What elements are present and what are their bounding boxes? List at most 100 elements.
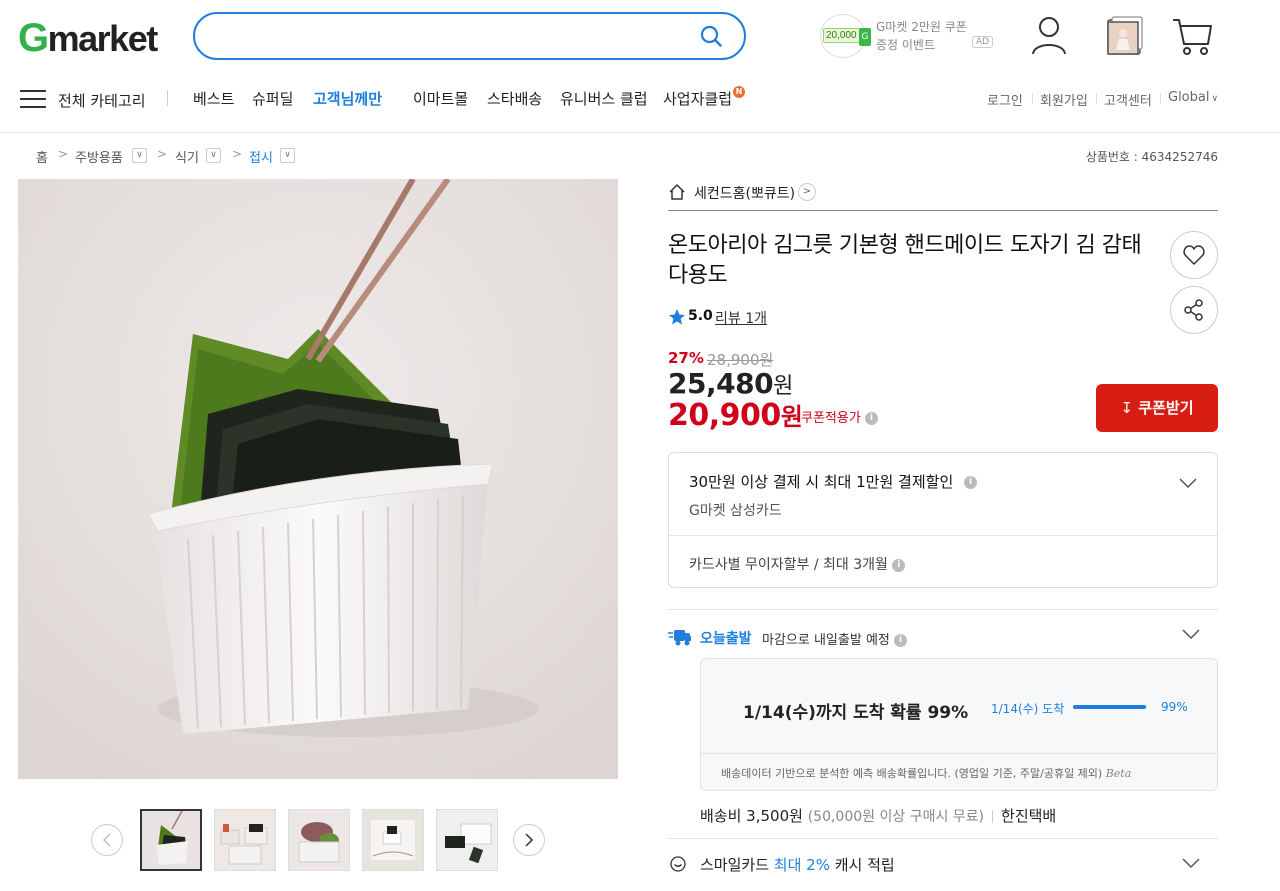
shop-divider [668, 210, 1218, 211]
shipping-fee: 배송비 3,500원 [700, 807, 803, 825]
star-icon [669, 309, 685, 325]
probability-bar [1073, 705, 1147, 709]
product-number: 상품번호 : 4634252746 [1085, 150, 1218, 164]
probability-note: 배송데이터 기반으로 분석한 예측 배송확률입니다. (영업일 기준, 주말/공… [721, 767, 1132, 780]
chevron-down-icon[interactable]: ∨ [280, 148, 295, 163]
nav-item-for-you[interactable]: 고객님께만 [313, 88, 382, 109]
product-title: 온도아리아 김그릇 기본형 핸드메이드 도자기 김 감태 다용도 [668, 233, 1142, 288]
thumbnail-5[interactable] [436, 809, 498, 871]
probability-bar-fill [1073, 705, 1147, 709]
customer-center-link[interactable]: 고객센터 [1104, 90, 1152, 109]
chevron-right-icon: > [798, 183, 816, 201]
main-nav: 전체 카테고리 베스트 슈퍼딜 고객님께만 이마트몰 스타배송 유니버스 클럽 … [0, 80, 1280, 116]
discount-rate: 27% [668, 349, 704, 367]
info-icon[interactable]: i [964, 476, 978, 489]
nav-item-star-delivery[interactable]: 스타배송 [487, 88, 542, 109]
info-icon[interactable]: i [894, 634, 908, 647]
chevron-down-icon[interactable] [1179, 477, 1197, 489]
nav-divider [167, 90, 168, 106]
smile-icon [670, 856, 686, 872]
thumbnail-4[interactable] [362, 809, 424, 871]
search-icon[interactable] [700, 25, 722, 47]
rating-score: 5.0 [688, 308, 713, 324]
nav-item-superdeal[interactable]: 슈퍼딜 [252, 88, 293, 109]
coupon-price-label: 쿠폰적용가 i [801, 407, 878, 426]
product-main-image[interactable] [18, 179, 618, 779]
util-divider [1096, 93, 1097, 104]
shipping-fee-row: 배송비 3,500원 (50,000원 이상 구매시 무료) 한진택배 [700, 805, 1056, 826]
sale-price: 25,480원 [668, 367, 793, 400]
section-divider [668, 609, 1218, 610]
chevron-down-icon[interactable]: ∨ [132, 148, 147, 163]
util-divider [1160, 93, 1161, 104]
chevron-down-icon: ∨ [1211, 94, 1219, 104]
installment-info: 카드사별 무이자할부 / 최대 3개월 i [689, 554, 906, 574]
breadcrumb-home[interactable]: 홈 [36, 147, 48, 166]
chevron-right-icon: > [157, 147, 168, 161]
gmarket-logo[interactable]: Gmarket [18, 16, 158, 61]
breadcrumb-tableware[interactable]: 식기 [175, 147, 199, 166]
recent-viewed-icon[interactable] [1104, 14, 1144, 58]
coupon-coin-icon: 20,000 G [820, 14, 871, 58]
chevron-down-icon[interactable]: ∨ [206, 148, 221, 163]
breadcrumb-plate[interactable]: 접시 [249, 147, 273, 166]
arrival-probability: 1/14(수)까지 도착 확률 99% [743, 703, 969, 723]
nav-item-universe-club[interactable]: 유니버스 클럽 [560, 88, 648, 109]
all-categories-button[interactable]: 전체 카테고리 [58, 90, 146, 111]
free-shipping-condition: (50,000원 이상 구매시 무료) [807, 809, 985, 825]
login-link[interactable]: 로그인 [987, 90, 1023, 109]
cart-icon[interactable] [1172, 14, 1212, 58]
signup-link[interactable]: 회원가입 [1040, 90, 1088, 109]
thumbnail-2[interactable] [214, 809, 276, 871]
new-badge: N [733, 86, 745, 98]
util-divider [1032, 93, 1033, 104]
arrival-date-label: 1/14(수) 도착 [991, 702, 1065, 716]
beta-label: Beta [1105, 767, 1132, 780]
wishlist-button[interactable] [1170, 231, 1218, 279]
breadcrumb-kitchen[interactable]: 주방용품 [75, 147, 123, 166]
chevron-down-icon[interactable] [1182, 628, 1200, 640]
chevron-down-icon[interactable] [1182, 857, 1200, 869]
download-icon: ↧ [1120, 399, 1134, 417]
header-divider [0, 132, 1280, 133]
card-benefit-box[interactable]: 30만원 이상 결제 시 최대 1만원 결제할인 i G마켓 삼성카드 카드사별… [668, 452, 1218, 588]
ship-desc: 마감으로 내일출발 예정 i [762, 629, 908, 648]
probability-divider [701, 753, 1217, 754]
card-discount-title: 30만원 이상 결제 시 최대 1만원 결제할인 i [689, 471, 978, 492]
probability-percent: 99% [1161, 700, 1188, 714]
home-icon [669, 184, 685, 200]
thumbnail-3[interactable] [288, 809, 350, 871]
chevron-right-icon: > [232, 147, 243, 161]
today-ship-badge: 오늘출발 [700, 631, 752, 647]
nav-item-best[interactable]: 베스트 [193, 88, 234, 109]
chevron-left-icon [102, 833, 111, 847]
nav-item-emart[interactable]: 이마트몰 [413, 88, 468, 109]
coupon-price: 20,900원 [668, 398, 803, 433]
review-count-link[interactable]: 리뷰 1개 [715, 308, 767, 328]
carrier-name: 한진택배 [1001, 807, 1057, 825]
thumbnail-prev-button[interactable] [91, 824, 123, 856]
shop-name: 세컨드홈(뽀큐트) [694, 186, 796, 202]
share-icon [1184, 299, 1203, 321]
fast-delivery-icon [668, 630, 691, 646]
menu-icon[interactable] [20, 88, 48, 110]
thumbnail-1[interactable] [140, 809, 202, 871]
share-button[interactable] [1170, 286, 1218, 334]
search-input[interactable] [215, 24, 685, 48]
get-coupon-button[interactable]: ↧ 쿠폰받기 [1096, 384, 1218, 432]
heart-icon [1183, 245, 1205, 265]
info-icon[interactable]: i [892, 558, 906, 572]
nav-item-business-club[interactable]: 사업자클럽 [663, 88, 732, 109]
search-bar [193, 12, 746, 60]
card-box-divider [669, 535, 1217, 536]
promo-text: G마켓 2만원 쿠폰 증정 이벤트 [876, 20, 967, 52]
coupon-promo-banner[interactable]: 20,000 G G마켓 2만원 쿠폰 증정 이벤트 AD [820, 14, 1000, 58]
global-link[interactable]: Global ∨ [1168, 90, 1218, 105]
section-divider [668, 838, 1218, 839]
delivery-probability-box: 1/14(수)까지 도착 확률 99% 1/14(수) 도착 99% 배송데이터… [700, 658, 1218, 791]
thumbnail-next-button[interactable] [513, 824, 545, 856]
my-page-icon[interactable] [1029, 14, 1069, 58]
info-icon[interactable]: i [864, 412, 878, 425]
chevron-right-icon: > [58, 147, 69, 161]
ad-badge: AD [972, 36, 994, 48]
